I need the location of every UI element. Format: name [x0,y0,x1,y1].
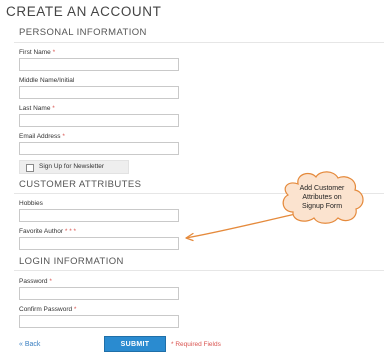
callout-line: Attributes on [302,193,342,201]
callout-line: Add Customer [299,184,345,192]
callout-text: Add Customer Attributes on Signup Form [276,168,368,226]
callout-cloud: Add Customer Attributes on Signup Form [276,168,368,226]
callout-line: Signup Form [301,202,343,210]
